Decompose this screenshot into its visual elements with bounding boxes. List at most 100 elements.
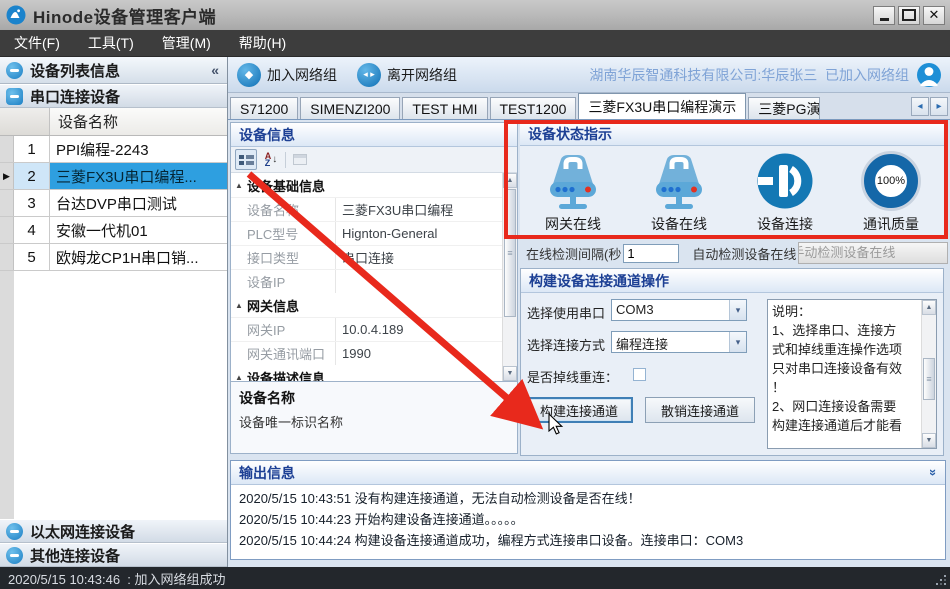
property-row[interactable]: 网关IP 10.0.4.189 <box>231 317 502 341</box>
tab[interactable]: SIMENZI200 <box>300 97 400 119</box>
tab-label: SIMENZI200 <box>310 101 390 117</box>
property-row[interactable]: 网关通讯端口 1990 <box>231 341 502 365</box>
join-network-button[interactable]: 加入网络组 <box>232 60 348 90</box>
scroll-down-icon[interactable]: ▼ <box>922 433 936 448</box>
menu-bar: 文件(F) 工具(T) 管理(M) 帮助(H) <box>0 30 950 57</box>
app-logo-icon <box>6 5 26 25</box>
table-row[interactable]: ▶ 2 三菱FX3U串口编程... <box>0 163 227 190</box>
property-row[interactable]: 接口类型 串口连接 <box>231 245 502 269</box>
tab-scroll-right-icon[interactable]: ▸ <box>930 97 948 116</box>
reconnect-checkbox[interactable] <box>633 368 646 381</box>
collapse-chevron-icon[interactable]: » <box>926 469 941 476</box>
menu-item[interactable]: 帮助(H) <box>225 30 300 56</box>
tab[interactable]: TEST1200 <box>490 97 577 119</box>
status-indicator: 网关在线 <box>523 150 623 234</box>
device-info-header: 设备信息 <box>231 123 517 147</box>
property-value <box>336 270 502 293</box>
property-grid: 设备基础信息 设备名称 三菱FX3U串口编程 <box>231 173 517 381</box>
row-marker-icon <box>0 244 14 270</box>
tab[interactable]: TEST HMI <box>402 97 487 119</box>
connect-mode-label: 选择连接方式 <box>527 335 605 354</box>
destroy-channel-button[interactable]: 散销连接通道 <box>645 397 755 423</box>
property-group-header[interactable]: 网关信息 <box>231 293 502 317</box>
user-avatar-icon[interactable] <box>916 62 942 88</box>
log-line: 2020/5/15 10:43:51 没有构建连接通道，无法自动检测设备是否在线… <box>239 488 937 509</box>
device-name-cell: 台达DVP串口测试 <box>50 190 227 216</box>
section-serial-devices[interactable]: 串口连接设备 <box>0 84 227 108</box>
scroll-up-icon[interactable]: ▲ <box>922 300 936 315</box>
status-indicator-label: 设备在线 <box>651 214 707 234</box>
sidebar-header: 设备列表信息 « <box>0 57 227 84</box>
tab-label: 三菱FX3U串口编程演示 <box>588 97 736 117</box>
menu-item[interactable]: 管理(M) <box>148 30 225 56</box>
property-grid-scrollbar[interactable]: ▲ ▼ <box>502 173 517 381</box>
device-name-cell: PPI编程-2243 <box>50 136 227 162</box>
property-value: 10.0.4.189 <box>336 318 502 341</box>
resize-grip[interactable] <box>936 575 946 585</box>
tab[interactable]: 三菱PG演 <box>748 97 820 119</box>
property-value: 三菱FX3U串口编程 <box>336 198 502 221</box>
close-button[interactable] <box>923 6 945 25</box>
property-row[interactable]: 设备名称 三菱FX3U串口编程 <box>231 197 502 221</box>
status-bar-text: 2020/5/15 10:43:46 : 加入网络组成功 <box>8 569 226 588</box>
table-row[interactable]: 3 台达DVP串口测试 <box>0 190 227 217</box>
tab[interactable]: S71200 <box>230 97 298 119</box>
device-list-icon <box>6 62 23 79</box>
minimize-button[interactable] <box>873 6 895 25</box>
expander-icon <box>231 373 247 382</box>
other-device-icon <box>6 547 23 564</box>
scrollbar-thumb[interactable] <box>504 189 516 317</box>
table-row[interactable]: 4 安徽一代机01 <box>0 217 227 244</box>
maximize-button[interactable] <box>898 6 920 25</box>
toolbar-separator <box>285 152 286 168</box>
leave-network-icon <box>357 63 381 87</box>
property-label: PLC型号 <box>231 222 336 245</box>
tab-scroll-left-icon[interactable]: ◂ <box>911 97 929 116</box>
section-ethernet-devices[interactable]: 以太网连接设备 <box>0 519 227 543</box>
connect-mode-combobox[interactable]: 编程连接 <box>611 331 747 353</box>
property-group-header[interactable]: 设备基础信息 <box>231 173 502 197</box>
dropdown-arrow-icon[interactable] <box>729 300 746 320</box>
scrollbar-thumb[interactable] <box>923 358 935 400</box>
row-number: 5 <box>14 244 50 270</box>
description-title: 设备名称 <box>239 388 509 408</box>
table-row[interactable]: 1 PPI编程-2243 <box>0 136 227 163</box>
output-log-area[interactable]: 2020/5/15 10:43:51 没有构建连接通道，无法自动检测设备是否在线… <box>231 485 945 559</box>
column-header-device-name[interactable]: 设备名称 <box>50 108 227 135</box>
sidebar-title: 设备列表信息 <box>30 60 120 81</box>
sidebar-collapse-icon[interactable]: « <box>211 62 219 78</box>
table-row[interactable]: 5 欧姆龙CP1H串口销... <box>0 244 227 271</box>
categorized-view-icon[interactable] <box>235 149 257 170</box>
status-panel-header: 设备状态指示 <box>520 122 944 146</box>
property-group-header[interactable]: 设备描述信息 <box>231 365 502 381</box>
menu-item[interactable]: 工具(T) <box>74 30 148 56</box>
row-marker-icon <box>0 217 14 243</box>
scroll-down-icon[interactable]: ▼ <box>503 366 517 381</box>
property-row[interactable]: PLC型号 Hignton-General <box>231 221 502 245</box>
tab[interactable]: 三菱FX3U串口编程演示 <box>578 93 746 119</box>
section-other-devices[interactable]: 其他连接设备 <box>0 543 227 567</box>
leave-network-button[interactable]: 离开网络组 <box>352 60 468 90</box>
note-line: 构建连接通道后才能看 <box>772 416 918 435</box>
scroll-up-icon[interactable]: ▲ <box>503 173 517 188</box>
dropdown-arrow-icon[interactable] <box>729 332 746 352</box>
serial-port-combobox[interactable]: COM3 <box>611 299 747 321</box>
auto-detect-label: 自动检测设备在线 <box>692 244 796 263</box>
note-scrollbar[interactable]: ▲ ▼ <box>921 300 936 448</box>
log-line: 2020/5/15 10:44:24 构建设备连接通道成功，编程方式连接串口设备… <box>239 530 937 551</box>
note-line: 说明： <box>772 302 918 321</box>
channel-panel-header: 构建设备连接通道操作 <box>521 269 943 293</box>
join-network-icon <box>237 63 261 87</box>
description-text: 设备唯一标识名称 <box>239 412 509 431</box>
manual-detect-button[interactable]: 手动检测设备在线 <box>798 242 948 264</box>
menu-item[interactable]: 文件(F) <box>0 30 74 56</box>
detect-interval-input[interactable] <box>623 244 679 263</box>
property-group-name: 网关信息 <box>247 296 299 315</box>
note-line: 1、选择串口、连接方 <box>772 321 918 340</box>
alphabetical-sort-icon[interactable]: AZ↓ <box>260 149 282 170</box>
property-label: 设备IP <box>231 270 336 293</box>
build-channel-button[interactable]: 构建连接通道 <box>525 397 633 423</box>
serial-port-value: COM3 <box>612 300 729 320</box>
property-row[interactable]: 设备IP <box>231 269 502 293</box>
gateway-online-icon <box>541 150 605 212</box>
